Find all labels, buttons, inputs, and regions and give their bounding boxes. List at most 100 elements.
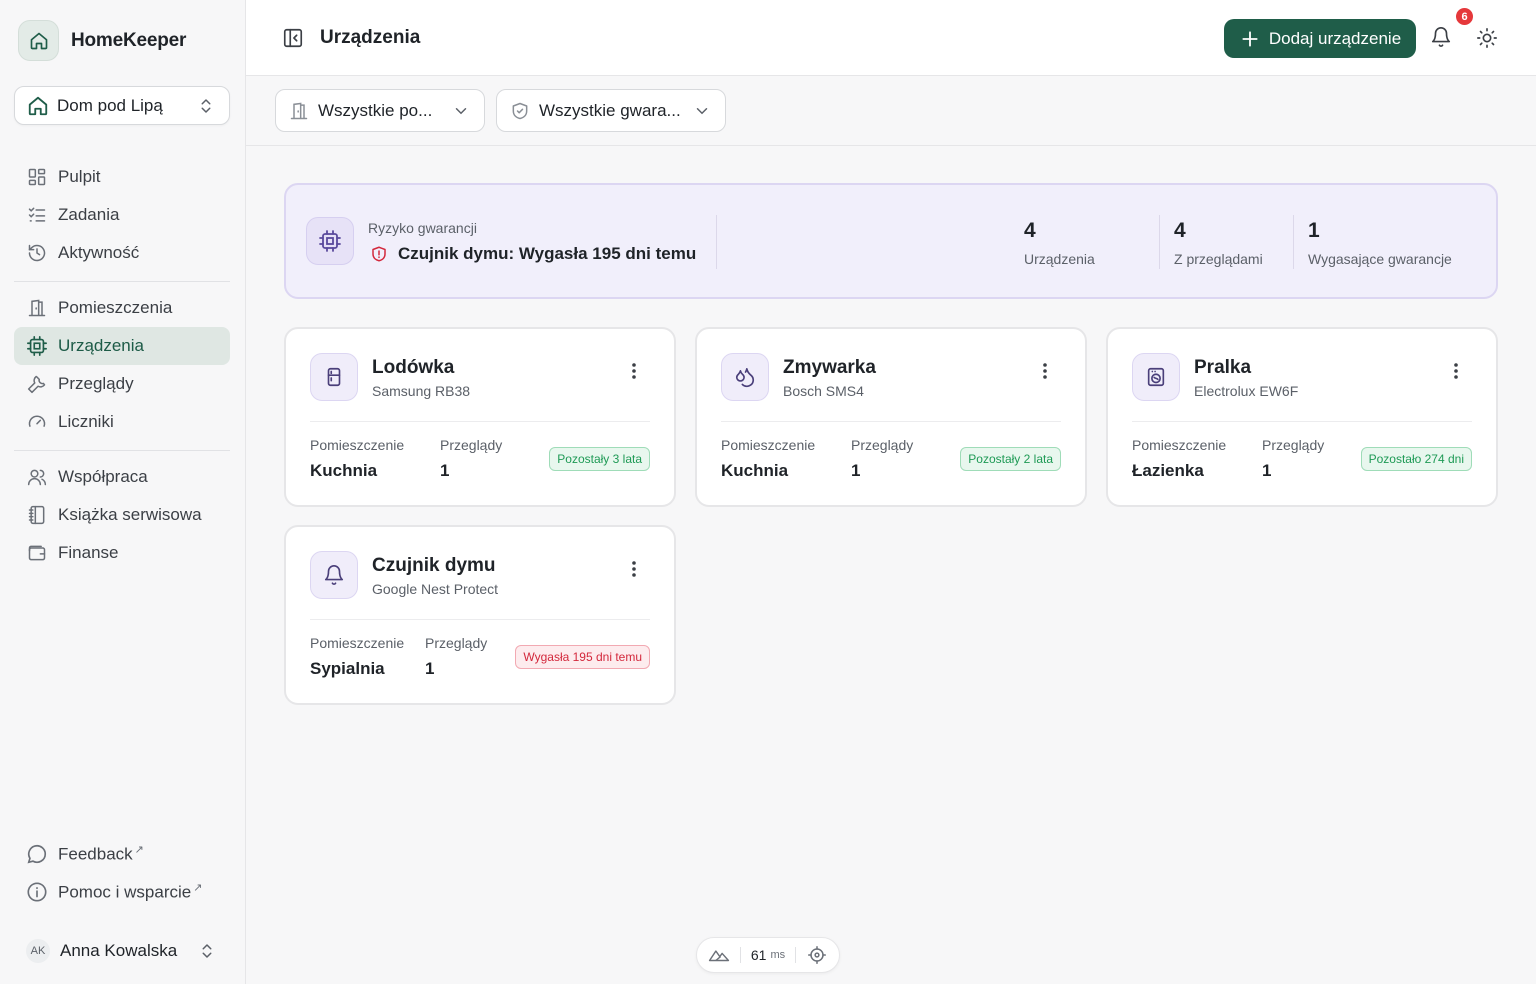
chevron-down-icon (450, 100, 472, 122)
nav-item-wspolpraca[interactable]: Współpraca (14, 458, 230, 496)
device-card-lodowka[interactable]: Lodówka Samsung RB38 Pomieszczenie Kuchn… (284, 327, 676, 507)
room-filter-select[interactable]: Wszystkie po... (275, 89, 485, 132)
summary-divider (1293, 215, 1294, 269)
dashboard-icon (26, 166, 48, 188)
device-card-czujnik-dymu[interactable]: Czujnik dymu Google Nest Protect Pomiesz… (284, 525, 676, 705)
warranty-status-badge: Pozostało 274 dni (1360, 447, 1472, 471)
gauge-icon (26, 411, 48, 433)
sidebar-toggle-icon[interactable] (282, 27, 304, 49)
chevron-down-icon (691, 100, 713, 122)
droplets-icon (721, 353, 769, 401)
card-divider (1132, 421, 1472, 422)
warranty-risk-alert[interactable]: Czujnik dymu: Wygasła 195 dni temu (368, 243, 696, 265)
warranty-risk-label: Ryzyko gwarancji (368, 220, 477, 236)
stat-devices: 4 Urządzenia (1024, 219, 1095, 267)
nav-item-zadania[interactable]: Zadania (14, 196, 230, 234)
user-menu[interactable]: AK Anna Kowalska (14, 932, 230, 970)
nav-group-main: Pulpit Zadania Aktywność (14, 158, 230, 272)
stat-with-inspections: 4 Z przeglądami (1174, 219, 1263, 267)
help-link[interactable]: Pomoc i wsparcie ↗ (14, 873, 230, 911)
feedback-text: Feedback (58, 844, 133, 864)
nav-label: Pulpit (58, 167, 101, 186)
checklist-icon (26, 204, 48, 226)
more-vertical-icon[interactable] (1033, 359, 1057, 383)
more-vertical-icon[interactable] (622, 557, 646, 581)
shield-alert-icon (368, 243, 390, 265)
external-link-icon: ↗ (134, 844, 144, 857)
stat-label: Urządzenia (1024, 251, 1095, 267)
perf-value: 61 (750, 947, 767, 963)
door-icon (26, 297, 48, 319)
nav-item-ksiazka-serwisowa[interactable]: Książka serwisowa (14, 496, 230, 534)
nav-item-przeglady[interactable]: Przeglądy (14, 365, 230, 403)
nav-label: Aktywność (58, 243, 140, 262)
warranty-status-badge: Wygasła 195 dni temu (515, 645, 650, 669)
nav-item-urzadzenia[interactable]: Urządzenia (14, 327, 230, 365)
add-device-label: Dodaj urządzenie (1268, 28, 1402, 48)
door-icon (288, 100, 310, 122)
nav-item-aktywnosc[interactable]: Aktywność (14, 234, 230, 272)
nav-group-support: Feedback ↗ Pomoc i wsparcie ↗ (14, 835, 230, 911)
warranty-filter-select[interactable]: Wszystkie gwara... (496, 89, 726, 132)
chip-icon (306, 217, 354, 265)
device-model: Bosch SMS4 (783, 383, 864, 399)
device-card-zmywarka[interactable]: Zmywarka Bosch SMS4 Pomieszczenie Kuchni… (695, 327, 1087, 507)
nav-label: Zadania (58, 205, 120, 224)
inspections-value: 1 (440, 461, 450, 480)
shield-check-icon (509, 100, 531, 122)
nav-item-finanse[interactable]: Finanse (14, 534, 230, 572)
room-label: Pomieszczenie (310, 635, 405, 651)
chevrons-up-down-icon (196, 940, 218, 962)
device-name: Czujnik dymu (372, 555, 496, 576)
card-divider (310, 421, 650, 422)
nav-item-pulpit[interactable]: Pulpit (14, 158, 230, 196)
home-icon (27, 95, 49, 117)
home-switcher[interactable]: Dom pod Lipą (14, 86, 230, 125)
device-card-pralka[interactable]: Pralka Electrolux EW6F Pomieszczenie Łaz… (1106, 327, 1498, 507)
stat-value: 4 (1024, 219, 1036, 242)
add-device-button[interactable]: Dodaj urządzenie (1224, 19, 1416, 58)
wallet-icon (26, 542, 48, 564)
page-title: Urządzenia (320, 27, 421, 48)
brand[interactable]: HomeKeeper (18, 20, 186, 61)
nav-item-liczniki[interactable]: Liczniki (14, 403, 230, 441)
stat-expiring-warranties: 1 Wygasające gwarancje (1308, 219, 1452, 267)
chevrons-up-down-icon (195, 95, 217, 117)
inspections-label: Przeglądy (851, 437, 914, 453)
avatar: AK (26, 939, 50, 963)
card-divider (721, 421, 1061, 422)
notebook-icon (26, 504, 48, 526)
device-model: Google Nest Protect (372, 581, 499, 597)
more-vertical-icon[interactable] (1444, 359, 1468, 383)
feedback-link[interactable]: Feedback ↗ (14, 835, 230, 873)
room-label: Pomieszczenie (721, 437, 816, 453)
sun-icon[interactable] (1476, 27, 1498, 49)
crosshair-icon[interactable] (806, 944, 828, 966)
help-label: Pomoc i wsparcie ↗ (58, 881, 202, 903)
wrench-icon (26, 373, 48, 395)
nav-group-home: Pomieszczenia Urządzenia Przeglądy Liczn… (14, 289, 230, 441)
sidebar: HomeKeeper Dom pod Lipą Pulpit Zadania A… (0, 0, 246, 984)
nav-label: Urządzenia (58, 336, 144, 355)
inspections-value: 1 (425, 659, 435, 678)
inspections-value: 1 (1262, 461, 1272, 480)
room-filter-value: Wszystkie po... (318, 100, 433, 120)
bell-icon[interactable] (1430, 26, 1452, 48)
app-name: HomeKeeper (71, 29, 187, 51)
nav-item-pomieszczenia[interactable]: Pomieszczenia (14, 289, 230, 327)
nav-label: Książka serwisowa (58, 505, 202, 524)
room-value: Kuchnia (721, 461, 789, 480)
message-circle-icon (26, 843, 48, 865)
summary-divider (1159, 215, 1160, 269)
stat-label: Z przeglądami (1174, 251, 1263, 267)
nav-divider (14, 281, 230, 282)
mountain-logo-icon (708, 944, 730, 966)
performance-widget[interactable]: 61 ms (696, 937, 840, 973)
warranty-status-badge: Pozostały 3 lata (549, 447, 650, 471)
room-label: Pomieszczenie (310, 437, 405, 453)
more-vertical-icon[interactable] (622, 359, 646, 383)
fridge-icon (310, 353, 358, 401)
warranty-filter-value: Wszystkie gwara... (539, 100, 681, 120)
inspections-label: Przeglądy (440, 437, 503, 453)
perf-divider (739, 947, 741, 963)
